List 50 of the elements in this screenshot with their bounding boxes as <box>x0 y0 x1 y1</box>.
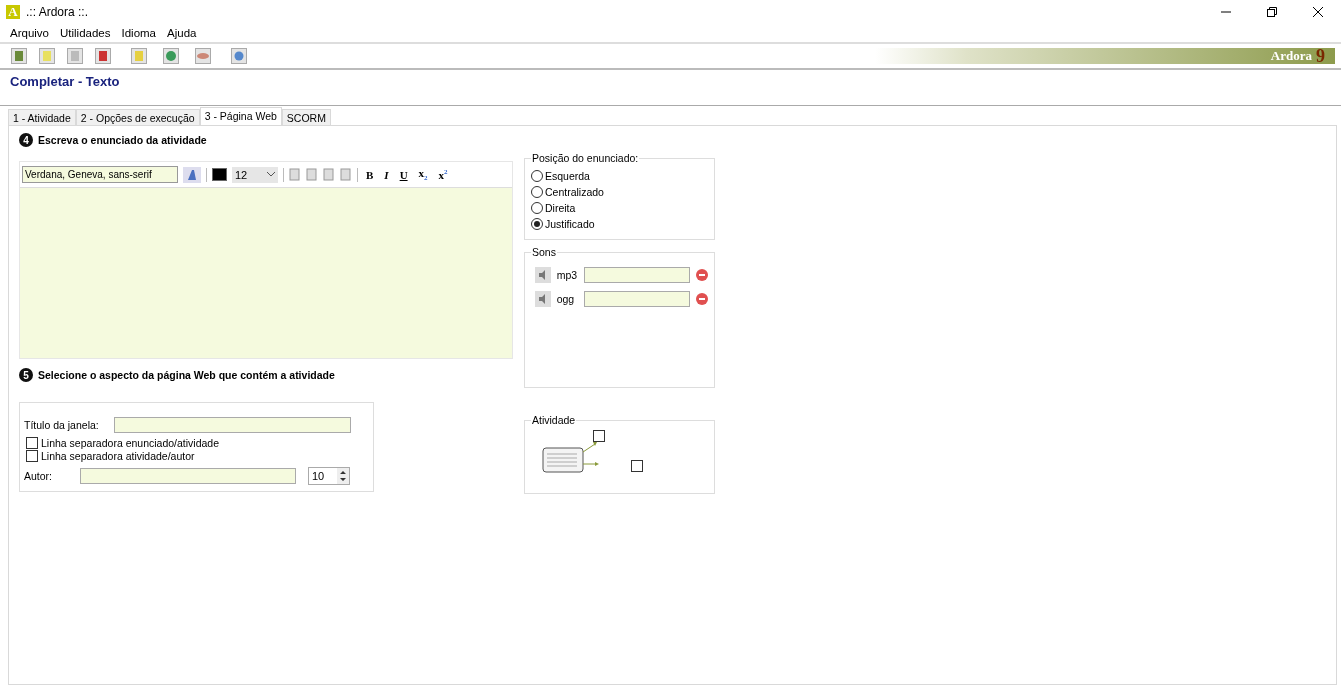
author-field[interactable] <box>80 468 296 484</box>
tab[interactable]: 2 - Opções de execução <box>75 109 200 125</box>
size-spinner[interactable]: 10 <box>308 467 350 485</box>
format-button[interactable]: x$^{2}$ <box>435 168 451 181</box>
step-number: 4 <box>19 133 33 147</box>
tab[interactable]: 3 - Página Web <box>199 107 282 125</box>
sound-file-field[interactable] <box>584 291 691 307</box>
speaker-icon[interactable] <box>535 267 551 283</box>
window-title-field[interactable] <box>114 417 351 433</box>
menu-item[interactable]: Ajuda <box>167 27 197 39</box>
group-label: Atividade <box>531 414 577 426</box>
format-button[interactable]: x$_{2}$ <box>415 166 431 183</box>
caret-icon <box>267 172 275 177</box>
section-title: Escreva o enunciado da atividade <box>38 134 207 146</box>
remove-icon[interactable] <box>696 293 708 305</box>
group-label: Posição do enunciado: <box>531 152 640 164</box>
size-select[interactable]: 12 <box>232 166 278 183</box>
activity-heading: Completar - Texto <box>9 73 121 91</box>
format-button[interactable]: I <box>381 168 392 181</box>
checkbox[interactable]: Linha separadora enunciado/atividade <box>26 437 369 449</box>
radio-option[interactable]: Esquerda <box>531 168 708 184</box>
format-button[interactable]: B <box>363 168 377 181</box>
target-checkbox[interactable] <box>631 460 643 472</box>
brand-version: 9 <box>1316 49 1325 63</box>
brand-name: Ardora <box>1270 48 1312 64</box>
sound-file-field[interactable] <box>584 267 691 283</box>
tab[interactable]: 1 - Atividade <box>8 109 76 125</box>
speaker-icon[interactable] <box>535 291 551 307</box>
radio-option[interactable]: Centralizado <box>531 184 708 200</box>
remove-icon[interactable] <box>696 269 708 281</box>
radio-option[interactable]: Justificado <box>531 216 708 232</box>
sound-label: ogg <box>556 293 576 305</box>
color-swatch[interactable] <box>212 168 227 181</box>
target-checkbox[interactable] <box>593 430 605 442</box>
app-logo: A <box>6 5 20 19</box>
window-title: .:: Ardora ::. <box>26 5 89 19</box>
menu-item[interactable]: Utilidades <box>60 27 111 39</box>
tab[interactable]: SCORM <box>281 109 331 125</box>
section-title: Selecione o aspecto da página Web que contém a atividade <box>38 369 335 381</box>
font-field[interactable]: Verdana, Geneva, sans-serif <box>22 166 178 183</box>
menu-item[interactable]: Idioma <box>121 27 157 39</box>
radio-option[interactable]: Direita <box>531 200 708 216</box>
field-label: Autor: <box>24 470 53 482</box>
sound-label: mp3 <box>556 269 579 281</box>
format-button[interactable]: U <box>396 168 411 181</box>
menu-item[interactable]: Arquivo <box>10 27 49 39</box>
group-label: Sons <box>531 246 557 258</box>
field-label: Título da janela: <box>24 419 100 431</box>
step-number: 5 <box>19 368 33 382</box>
checkbox[interactable]: Linha separadora atividade/autor <box>26 450 369 462</box>
